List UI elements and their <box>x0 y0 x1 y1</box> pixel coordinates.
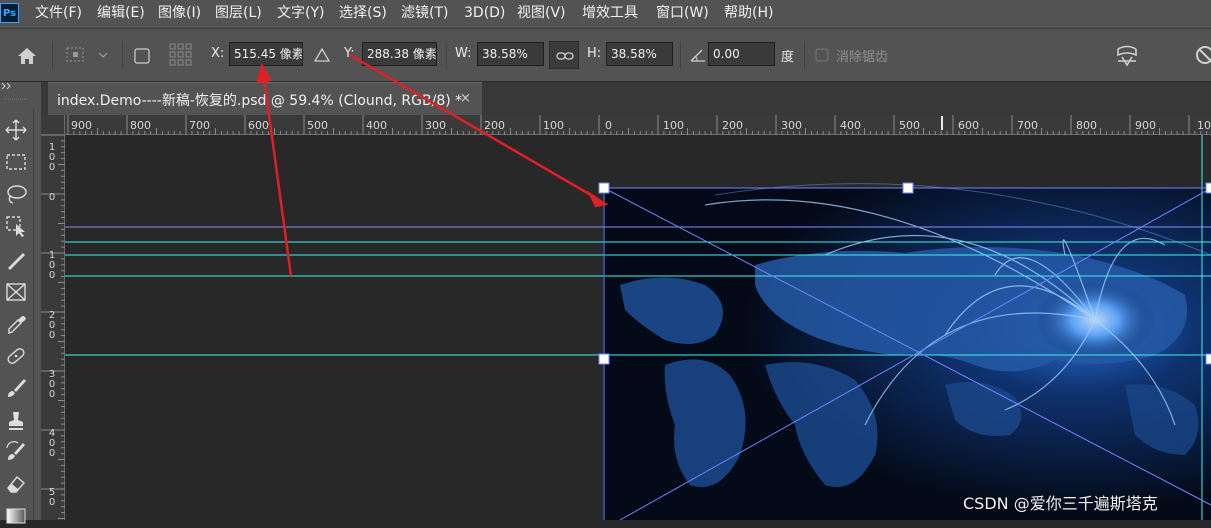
ruler-label: 400 <box>366 119 387 132</box>
ruler-label: 600 <box>958 119 979 132</box>
y-position-field[interactable]: 288.38 像素 <box>362 42 437 66</box>
ruler-label: 0 <box>48 192 56 203</box>
reference-point-grid-icon[interactable] <box>168 42 194 68</box>
healing-brush-tool-icon[interactable] <box>4 344 28 368</box>
transform-reference-icon[interactable] <box>65 45 111 65</box>
menu-layer[interactable]: 图层(L) <box>215 0 262 28</box>
tools <box>0 110 34 524</box>
x-label: X: <box>211 46 225 61</box>
degree-unit: 度 <box>781 50 795 65</box>
ruler-label: 700 <box>189 119 210 132</box>
eyedropper-tool-icon[interactable] <box>4 312 28 336</box>
ruler-label: 500 <box>899 119 920 132</box>
ruler-label: 900 <box>71 119 92 132</box>
delta-icon[interactable] <box>313 47 331 63</box>
ruler-label: 300 <box>48 369 56 400</box>
clone-stamp-tool-icon[interactable] <box>4 408 28 432</box>
toolbar-grip-icon[interactable] <box>4 96 28 102</box>
canvas-area[interactable] <box>65 135 1211 520</box>
separator <box>804 41 805 69</box>
ruler-horizontal-ticks <box>67 115 1208 135</box>
ruler-label: 600 <box>248 119 269 132</box>
ruler-label: 800 <box>130 119 151 132</box>
ruler-label: 500 <box>307 119 328 132</box>
menu-3d[interactable]: 3D(D) <box>464 0 505 28</box>
reference-point-checkbox[interactable] <box>134 48 151 65</box>
menu-help[interactable]: 帮助(H) <box>724 0 773 28</box>
menu-filter[interactable]: 滤镜(T) <box>401 0 448 28</box>
ruler-label: 10 <box>1197 119 1211 132</box>
ruler-label: 900 <box>1135 119 1156 132</box>
watermark: CSDN @爱你三千遍斯塔克 <box>963 494 1158 513</box>
link-icon <box>556 52 574 60</box>
menu-file[interactable]: 文件(F) <box>35 0 82 28</box>
antialias-checkbox[interactable] <box>815 48 830 63</box>
cancel-transform-icon[interactable] <box>1194 44 1211 66</box>
document-tab[interactable]: index.Demo----新稿-恢复的.psd @ 59.4% (Clound… <box>48 82 482 115</box>
separator <box>680 41 681 69</box>
pen-brush-tool-icon[interactable] <box>4 248 28 272</box>
menu-window[interactable]: 窗口(W) <box>656 0 709 28</box>
ruler-label: 800 <box>1076 119 1097 132</box>
w-label: W: <box>455 46 472 61</box>
separator <box>446 41 447 69</box>
width-field[interactable]: 38.58% <box>477 42 544 66</box>
object-selection-tool-icon[interactable] <box>4 214 28 238</box>
ruler-vertical[interactable]: 100 0 100 200 300 400 50 <box>41 115 65 520</box>
ruler-label: 0 <box>605 119 612 132</box>
brush-tool-icon[interactable] <box>4 376 28 400</box>
menu-edit[interactable]: 编辑(E) <box>97 0 145 28</box>
rotate-angle-icon <box>690 49 705 62</box>
ruler-label: 100 <box>48 250 56 281</box>
lasso-tool-icon[interactable] <box>4 182 28 206</box>
marquee-tool-icon[interactable] <box>4 150 28 174</box>
ruler-label: 100 <box>543 119 564 132</box>
height-field[interactable]: 38.58% <box>606 42 673 66</box>
options-bar: X: 515.45 像素 Y: 288.38 像素 W: 38.58% H: 3… <box>0 28 1211 82</box>
warp-mode-icon[interactable] <box>1114 43 1140 69</box>
menu-select[interactable]: 选择(S) <box>339 0 387 28</box>
ruler-label: 300 <box>425 119 446 132</box>
ruler-label: 300 <box>781 119 802 132</box>
collapse-panel-icon[interactable] <box>1 82 13 90</box>
separator <box>52 41 53 69</box>
document-tab-bar: index.Demo----新稿-恢复的.psd @ 59.4% (Clound… <box>41 82 1211 115</box>
ruler-label: 200 <box>722 119 743 132</box>
document-tab-title: index.Demo----新稿-恢复的.psd @ 59.4% (Clound… <box>57 93 463 109</box>
ruler-label: 400 <box>48 428 56 459</box>
ruler-label: 700 <box>1017 119 1038 132</box>
frame-tool-icon[interactable] <box>4 280 28 304</box>
ruler-origin[interactable] <box>41 115 65 135</box>
world-map-layer[interactable] <box>65 135 1211 520</box>
h-label: H: <box>587 46 602 61</box>
menu-plugins[interactable]: 增效工具 <box>582 0 638 28</box>
close-icon[interactable]: × <box>460 91 471 106</box>
rotation-field[interactable]: 0.00 <box>708 42 775 66</box>
menu-view[interactable]: 视图(V) <box>517 0 566 28</box>
antialias-label: 消除锯齿 <box>836 50 889 65</box>
ruler-label: 400 <box>840 119 861 132</box>
menu-type[interactable]: 文字(Y) <box>277 0 324 28</box>
link-aspect-button[interactable] <box>549 41 579 69</box>
move-tool-icon[interactable] <box>4 118 28 142</box>
ruler-label: 200 <box>48 310 56 341</box>
menu-bar: Ps 文件(F) 编辑(E) 图像(I) 图层(L) 文字(Y) 选择(S) 滤… <box>0 0 1211 28</box>
x-position-field[interactable]: 515.45 像素 <box>229 42 303 66</box>
ruler-label: 50 <box>48 487 56 508</box>
photoshop-logo[interactable]: Ps <box>0 3 19 23</box>
ruler-label: 100 <box>663 119 684 132</box>
ruler-label: 200 <box>484 119 505 132</box>
history-brush-tool-icon[interactable] <box>4 440 28 464</box>
gradient-tool-icon[interactable] <box>4 504 28 528</box>
eraser-tool-icon[interactable] <box>4 472 28 496</box>
separator <box>122 41 123 69</box>
ruler-horizontal[interactable]: 900 800 700 600 500 400 300 200 100 0 10… <box>65 115 1211 135</box>
ruler-label: 100 <box>48 142 56 173</box>
home-icon[interactable] <box>16 46 38 66</box>
ruler-cursor-marker <box>941 116 943 130</box>
y-label: Y: <box>344 46 355 61</box>
menu-image[interactable]: 图像(I) <box>158 0 201 28</box>
